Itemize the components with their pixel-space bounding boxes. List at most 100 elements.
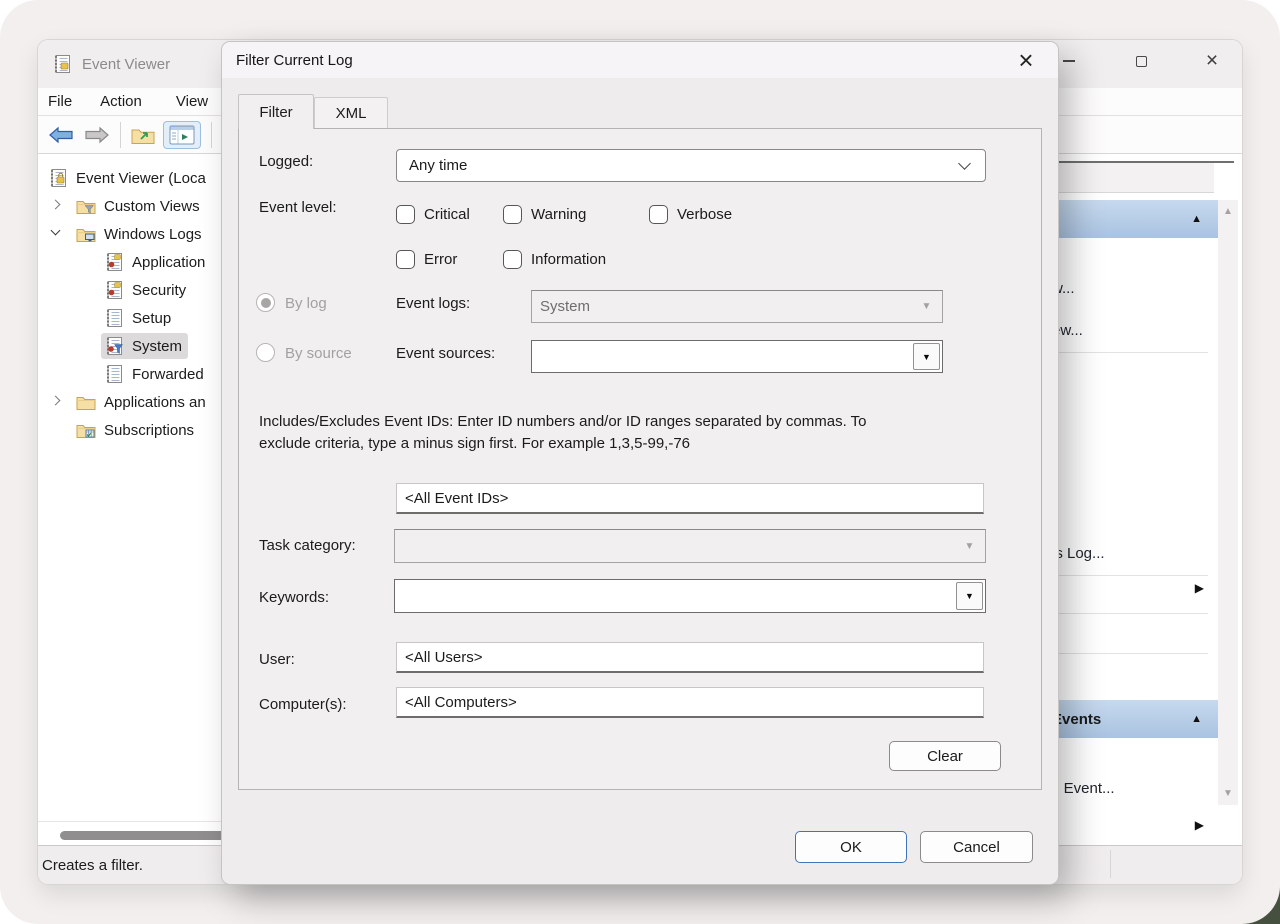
toolbar-separator bbox=[120, 122, 121, 148]
tab-filter[interactable]: Filter bbox=[238, 94, 314, 129]
event-ids-input[interactable] bbox=[396, 483, 984, 514]
chevron-right-icon[interactable] bbox=[52, 397, 62, 407]
user-label: User: bbox=[259, 651, 295, 668]
tree-item-forwarded[interactable]: Forwarded bbox=[38, 360, 238, 388]
checkbox-warning[interactable]: Warning bbox=[503, 205, 586, 224]
checkbox-information[interactable]: Information bbox=[503, 250, 606, 269]
tree-item-body[interactable]: Forwarded bbox=[101, 361, 210, 387]
by-source-radio[interactable] bbox=[256, 343, 275, 362]
checkbox-label: Warning bbox=[531, 206, 586, 223]
vertical-scrollbar[interactable]: ▲ ▼ bbox=[1218, 200, 1238, 805]
window-close-button[interactable]: × bbox=[1189, 40, 1235, 82]
tree-item-body[interactable]: Application bbox=[101, 249, 211, 275]
logged-value: Any time bbox=[409, 157, 960, 174]
action-item-fragment[interactable]: s Event... bbox=[1052, 780, 1115, 797]
log-filtered-icon bbox=[104, 336, 124, 356]
tree-item-body[interactable]: Applications an bbox=[73, 389, 212, 415]
folder-monitor-icon bbox=[76, 226, 96, 243]
log-plain-icon bbox=[104, 364, 124, 384]
menu-file[interactable]: File bbox=[42, 93, 78, 110]
tree-item-label: Subscriptions bbox=[104, 422, 194, 439]
chevron-down-icon[interactable] bbox=[52, 229, 62, 239]
by-log-radio[interactable] bbox=[256, 293, 275, 312]
checkbox-error[interactable]: Error bbox=[396, 250, 457, 269]
forward-icon[interactable] bbox=[84, 126, 110, 144]
action-item-fragment[interactable]: is Log... bbox=[1052, 545, 1105, 562]
checkbox-label: Verbose bbox=[677, 206, 732, 223]
export-folder-icon[interactable] bbox=[131, 125, 155, 145]
tree-item-body[interactable]: Security bbox=[101, 277, 192, 303]
dropdown-arrow-icon: ▼ bbox=[913, 293, 940, 320]
dialog-close-button[interactable]: × bbox=[1006, 42, 1046, 78]
collapse-icon[interactable]: ▲ bbox=[1191, 713, 1202, 725]
tab-xml[interactable]: XML bbox=[314, 97, 388, 128]
dropdown-arrow-icon[interactable]: ▼ bbox=[956, 582, 983, 610]
chevron-right-icon[interactable] bbox=[52, 201, 62, 211]
scroll-down-icon[interactable]: ▼ bbox=[1218, 788, 1238, 799]
tree-item-body[interactable]: Custom Views bbox=[73, 193, 206, 219]
keywords-combo[interactable]: ▼ bbox=[394, 579, 986, 613]
tree-item-system[interactable]: System bbox=[38, 332, 238, 360]
collapse-icon[interactable]: ▲ bbox=[1191, 213, 1202, 225]
tree-item-security[interactable]: Security bbox=[38, 276, 238, 304]
tree-item-windows-logs[interactable]: Windows Logs bbox=[38, 220, 238, 248]
tree-item-body[interactable]: Windows Logs bbox=[73, 221, 208, 247]
tree-item-label: System bbox=[132, 338, 182, 355]
checkbox-critical[interactable]: Critical bbox=[396, 205, 470, 224]
folder-plain-icon bbox=[76, 394, 96, 411]
event-sources-combo[interactable]: ▼ bbox=[531, 340, 943, 373]
tree-item-custom-views[interactable]: Custom Views bbox=[38, 192, 238, 220]
task-category-value bbox=[395, 530, 954, 562]
checkbox-box[interactable] bbox=[503, 205, 522, 224]
logged-dropdown[interactable]: Any time bbox=[396, 149, 986, 182]
tree-item-event-viewer-loca[interactable]: Event Viewer (Loca bbox=[38, 164, 238, 192]
horizontal-scrollbar[interactable] bbox=[60, 831, 230, 840]
scroll-up-icon[interactable]: ▲ bbox=[1218, 206, 1238, 217]
log-admin-icon bbox=[104, 280, 124, 300]
event-sources-value bbox=[532, 341, 911, 372]
event-ids-help-text: Includes/Excludes Event IDs: Enter ID nu… bbox=[259, 411, 1001, 455]
checkbox-verbose[interactable]: Verbose bbox=[649, 205, 732, 224]
dialog-titlebar: Filter Current Log × bbox=[222, 42, 1058, 78]
tree-item-label: Setup bbox=[132, 310, 171, 327]
checkbox-label: Information bbox=[531, 251, 606, 268]
submenu-arrow-icon[interactable]: ▶ bbox=[1195, 581, 1204, 595]
tree-item-body[interactable]: Setup bbox=[101, 305, 177, 331]
console-tree: Event Viewer (Loca Custom Views Windows Lo… bbox=[38, 154, 238, 780]
tree-item-label: Security bbox=[132, 282, 186, 299]
tree-item-subscriptions[interactable]: Subscriptions bbox=[38, 416, 238, 444]
filter-tab-panel: Logged: Any time Event level: Critical Wa… bbox=[238, 128, 1042, 790]
logged-label: Logged: bbox=[259, 153, 313, 170]
menu-view[interactable]: View bbox=[170, 93, 214, 110]
user-input[interactable] bbox=[396, 642, 984, 673]
tree-item-setup[interactable]: Setup bbox=[38, 304, 238, 332]
log-admin-icon bbox=[104, 252, 124, 272]
checkbox-box[interactable] bbox=[649, 205, 668, 224]
tree-item-body[interactable]: Subscriptions bbox=[73, 417, 200, 443]
tree-item-body[interactable]: System bbox=[101, 333, 188, 359]
tree-item-application[interactable]: Application bbox=[38, 248, 238, 276]
event-level-label: Event level: bbox=[259, 199, 337, 216]
checkbox-box[interactable] bbox=[396, 205, 415, 224]
show-console-tree-icon[interactable] bbox=[163, 121, 201, 149]
menu-action[interactable]: Action bbox=[94, 93, 148, 110]
tree-item-label: Applications an bbox=[104, 394, 206, 411]
checkbox-box[interactable] bbox=[396, 250, 415, 269]
tree-item-label: Windows Logs bbox=[104, 226, 202, 243]
folder-subscription-icon bbox=[76, 422, 96, 439]
submenu-arrow-icon[interactable]: ▶ bbox=[1195, 818, 1204, 832]
status-bar-divider bbox=[1110, 850, 1111, 878]
back-icon[interactable] bbox=[48, 126, 74, 144]
checkbox-box[interactable] bbox=[503, 250, 522, 269]
clear-button[interactable]: Clear bbox=[889, 741, 1001, 771]
maximize-button[interactable] bbox=[1118, 40, 1164, 82]
tree-item-body[interactable]: Event Viewer (Loca bbox=[45, 165, 212, 191]
computers-input[interactable] bbox=[396, 687, 984, 718]
dropdown-arrow-icon[interactable]: ▼ bbox=[913, 343, 940, 370]
tree-item-applications-an[interactable]: Applications an bbox=[38, 388, 238, 416]
cancel-button[interactable]: Cancel bbox=[920, 831, 1033, 863]
ok-button[interactable]: OK bbox=[795, 831, 907, 863]
event-ids-help-line1: Includes/Excludes Event IDs: Enter ID nu… bbox=[259, 411, 1001, 433]
tree-item-label: Event Viewer (Loca bbox=[76, 170, 206, 187]
keywords-label: Keywords: bbox=[259, 589, 329, 606]
